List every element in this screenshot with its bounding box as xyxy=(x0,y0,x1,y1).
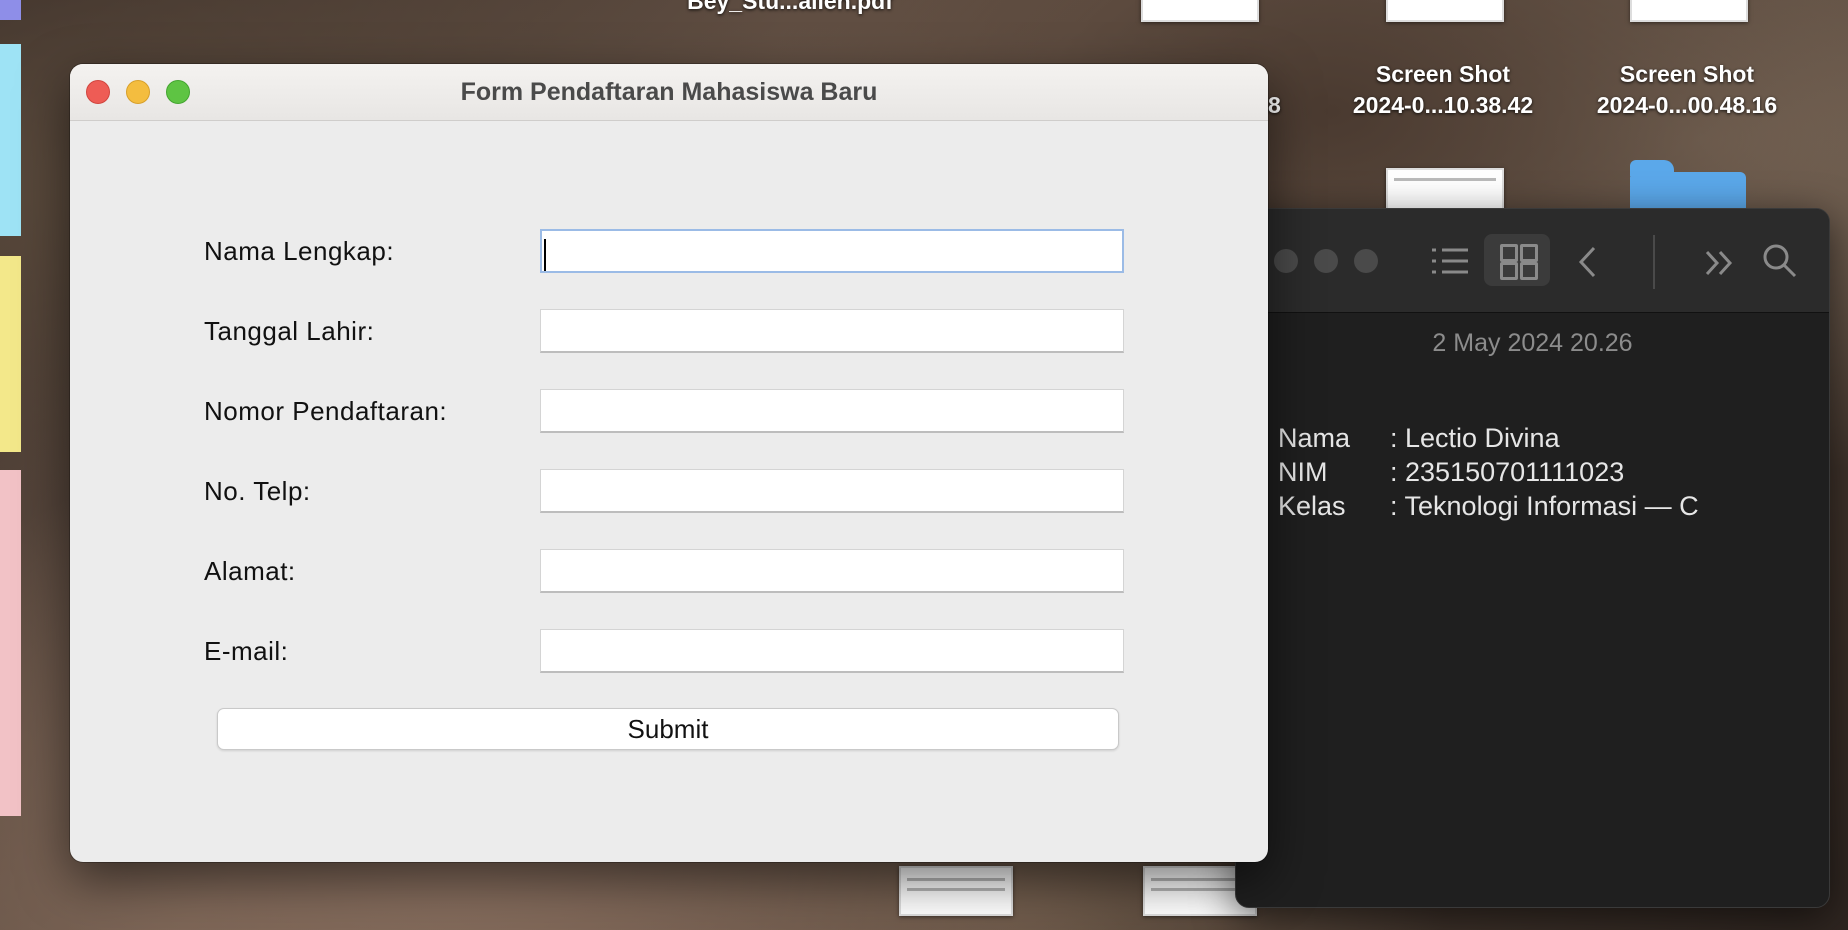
registration-form-window[interactable]: Form Pendaftaran Mahasiswa Baru Nama Len… xyxy=(70,64,1268,862)
desktop-file-label: Screen Shot xyxy=(1375,61,1511,87)
info-key: NIM xyxy=(1278,457,1328,487)
info-row: Kelas : Teknologi Informasi — C xyxy=(1278,489,1699,523)
search-icon[interactable] xyxy=(1762,243,1798,279)
info-row: NIM : 235150701111023 xyxy=(1278,455,1699,489)
label-email: E-mail: xyxy=(204,636,289,666)
label-nomor-pendaftaran: Nomor Pendaftaran: xyxy=(204,396,448,426)
title-bar[interactable]: Form Pendaftaran Mahasiswa Baru xyxy=(70,64,1268,121)
label-no-telp: No. Telp: xyxy=(204,476,311,506)
nomor-pendaftaran-input[interactable] xyxy=(540,389,1124,433)
tanggal-lahir-input[interactable] xyxy=(540,309,1124,353)
label-tanggal-lahir: Tanggal Lahir: xyxy=(204,316,375,346)
back-chevron-icon[interactable] xyxy=(1576,245,1600,279)
desktop-strip-pink xyxy=(0,470,21,816)
window-control-dot[interactable] xyxy=(1314,249,1338,273)
info-key: Nama xyxy=(1278,423,1351,453)
info-value: : Lectio Divina xyxy=(1390,423,1560,453)
finder-window[interactable]: 2 May 2024 20.26 Nama : Lectio Divina NIM… xyxy=(1235,208,1830,908)
no-telp-input[interactable] xyxy=(540,469,1124,513)
desktop-file-screenshot-1[interactable]: Screen Shot 2024-0...10.38.42 xyxy=(1330,59,1556,121)
more-chevron-icon[interactable] xyxy=(1704,249,1736,277)
window-control-dot[interactable] xyxy=(1274,249,1298,273)
desktop-thumbnail[interactable] xyxy=(1386,0,1504,22)
window-title: Form Pendaftaran Mahasiswa Baru xyxy=(460,78,878,106)
desktop-file-label: Bey_Stu...allen.pdf xyxy=(687,0,893,14)
list-view-icon[interactable] xyxy=(1430,245,1470,277)
label-nama-lengkap: Nama Lengkap: xyxy=(204,236,395,266)
file-date: 2 May 2024 20.26 xyxy=(1432,329,1633,357)
desktop-thumbnail[interactable] xyxy=(899,866,1013,916)
text-caret xyxy=(544,239,546,271)
alamat-input[interactable] xyxy=(540,549,1124,593)
desktop-strip-yellow xyxy=(0,256,21,452)
desktop-file-label: Screen Shot xyxy=(1619,61,1755,87)
submit-button[interactable]: Submit xyxy=(217,708,1119,750)
nama-lengkap-input[interactable] xyxy=(540,229,1124,273)
desktop-file-label: 2024-0...10.38.42 xyxy=(1352,92,1534,118)
student-info: Nama : Lectio Divina NIM : 235150701111023… xyxy=(1278,421,1699,523)
window-control-dot[interactable] xyxy=(1354,249,1378,273)
desktop-thumbnail[interactable] xyxy=(1630,0,1748,22)
toolbar-divider xyxy=(1653,235,1655,289)
desktop-strip-purple xyxy=(0,0,21,20)
info-row: Nama : Lectio Divina xyxy=(1278,421,1699,455)
desktop-thumbnail[interactable] xyxy=(1141,0,1259,22)
finder-toolbar xyxy=(1236,209,1829,313)
info-key: Kelas xyxy=(1278,491,1346,521)
desktop-file-screenshot-2[interactable]: Screen Shot 2024-0...00.48.16 xyxy=(1574,59,1800,121)
desktop-strip-cyan xyxy=(0,44,21,236)
info-value: : 235150701111023 xyxy=(1390,457,1625,487)
desktop-file-pdf[interactable]: Bey_Stu...allen.pdf xyxy=(650,0,930,17)
grid-view-icon[interactable] xyxy=(1484,234,1550,286)
email-input[interactable] xyxy=(540,629,1124,673)
info-value: : Teknologi Informasi — C xyxy=(1390,491,1699,521)
label-alamat: Alamat: xyxy=(204,556,296,586)
desktop-file-label: 2024-0...00.48.16 xyxy=(1596,92,1778,118)
